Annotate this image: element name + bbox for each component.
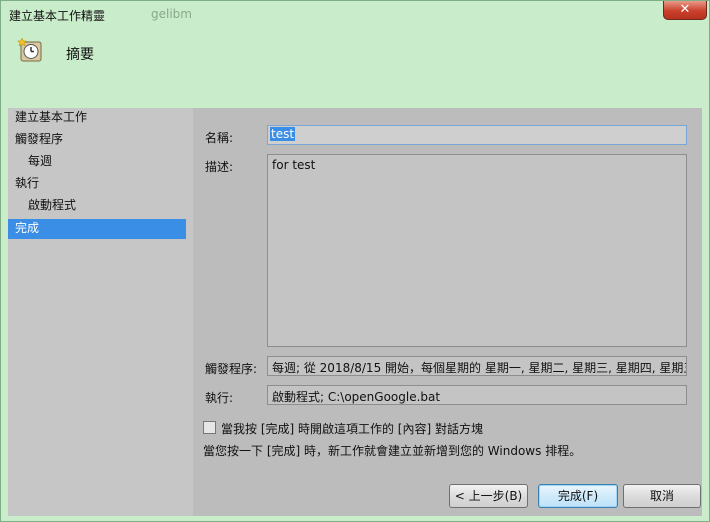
wizard-content: 建立基本工作 觸發程序 每週 執行 啟動程式 完成 名稱: test 描述: f…	[8, 108, 702, 516]
open-properties-checkbox[interactable]	[203, 421, 216, 434]
step-start-program[interactable]: 啟動程式	[8, 196, 186, 216]
step-weekly[interactable]: 每週	[8, 152, 186, 172]
back-button[interactable]: < 上一步(B)	[449, 484, 528, 508]
page-title: 摘要	[66, 47, 94, 63]
wizard-window: 建立基本工作精靈 gelibm ✕ 摘要 建立基本工作 觸發程序 每週 執行 啟…	[0, 0, 710, 522]
trigger-field[interactable]: 每週; 從 2018/8/15 開始，每個星期的 星期一, 星期二, 星期三, …	[267, 356, 687, 376]
action-field[interactable]: 啟動程式; C:\openGoogle.bat	[267, 385, 687, 405]
window-title: 建立基本工作精靈	[9, 9, 106, 23]
wizard-header: 摘要	[8, 29, 702, 108]
wizard-steps-sidebar: 建立基本工作 觸發程序 每週 執行 啟動程式 完成	[8, 108, 193, 516]
step-create-basic-task[interactable]: 建立基本工作	[8, 108, 186, 128]
description-label: 描述:	[205, 160, 234, 174]
action-label: 執行:	[205, 391, 234, 405]
step-action[interactable]: 執行	[8, 174, 186, 194]
close-button[interactable]: ✕	[663, 1, 707, 20]
name-value: test	[270, 127, 296, 141]
step-finish[interactable]: 完成	[8, 219, 186, 239]
title-bar[interactable]: 建立基本工作精靈 gelibm ✕	[1, 1, 709, 29]
finish-info-text: 當您按一下 [完成] 時，新工作就會建立並新增到您的 Windows 排程。	[203, 444, 582, 458]
cancel-button[interactable]: 取消	[623, 484, 701, 508]
finish-button[interactable]: 完成(F)	[538, 484, 618, 508]
name-field[interactable]: test	[267, 125, 687, 145]
close-icon: ✕	[679, 2, 691, 17]
step-trigger[interactable]: 觸發程序	[8, 130, 186, 150]
clock-icon	[17, 37, 42, 62]
trigger-label: 觸發程序:	[205, 362, 258, 376]
background-window-title: gelibm	[151, 7, 192, 21]
open-properties-label[interactable]: 當我按 [完成] 時開啟這項工作的 [內容] 對話方塊	[221, 420, 483, 437]
name-label: 名稱:	[205, 131, 234, 145]
description-field[interactable]: for test	[267, 154, 687, 347]
